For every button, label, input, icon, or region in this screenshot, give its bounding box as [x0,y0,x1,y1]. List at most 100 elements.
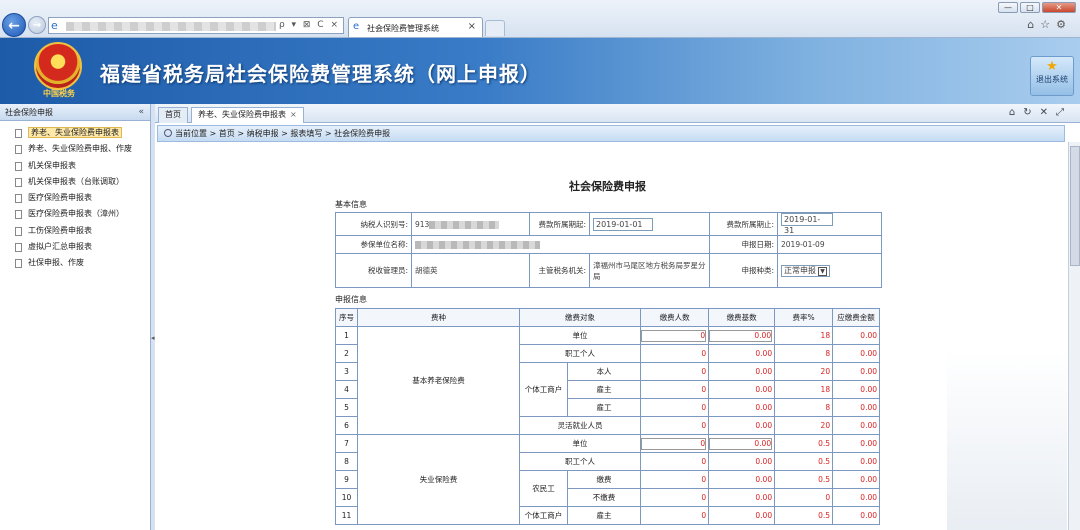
star-icon[interactable]: ☆ [1040,18,1056,31]
amount-value: 0.00 [832,488,880,507]
count-value: 0 [640,416,710,435]
sidebar-splitter[interactable]: ◂ [151,104,155,530]
base-value: 0.00 [708,416,776,435]
row-no: 11 [335,506,358,525]
declare-date-value: 2019-01-09 [777,235,882,254]
row-no: 9 [335,470,358,489]
rate-value: 18 [774,326,834,345]
rate-value: 0.5 [774,470,834,489]
exit-icon: ★ [1046,59,1058,74]
redacted-value [415,241,540,249]
breadcrumb-text: 当前位置 > 首页 > 纳税申报 > 报表填写 > 社会保险费申报 [175,129,391,138]
document-icon [15,145,22,155]
base-input[interactable]: 0.00 [709,329,773,342]
col-header-object: 缴费对象 [518,308,642,327]
document-icon [15,161,22,171]
address-controls[interactable]: ρ ▾ ⊠ C × [279,20,340,30]
count-value: 0 [640,470,710,489]
close-icon[interactable]: ✕ [1040,107,1056,118]
exit-label: 退出系统 [1036,75,1068,84]
declare-type-select[interactable]: 正常申报 ▼ [781,264,830,277]
gear-icon[interactable]: ⚙ [1056,18,1072,31]
row-no: 10 [335,488,358,507]
home-icon[interactable]: ⌂ [1027,18,1040,31]
period-end-input[interactable]: 2019-01-31 [781,213,833,235]
row-no: 5 [335,398,358,417]
amount-value: 0.00 [832,344,880,363]
ie-icon: e [51,19,58,32]
taxpayer-id-value: 913 [411,212,530,236]
app-header: 中国税务 福建省税务局社会保险费管理系统（网上申报） ★ 退出系统 [0,38,1080,104]
sidebar-item-institution-form[interactable]: 机关保申报表 [0,158,150,174]
content-tabbar: 首页 养老、失业保险费申报表 × ⌂↻✕⤢ [155,104,1080,123]
row-no: 8 [335,452,358,471]
amount-value: 0.00 [832,326,880,345]
base-input[interactable]: 0.00 [709,437,773,450]
amount-value: 0.00 [832,470,880,489]
document-icon [15,259,22,269]
form-content: 社会保险费申报 基本信息 纳税人识别号: 913 费款所属期起: 2019-01… [157,142,1067,530]
declare-type-value: 正常申报 [784,265,816,275]
fullscreen-icon[interactable]: ⤢ [1056,107,1072,118]
new-tab-button[interactable] [485,20,505,36]
count-input[interactable]: 0 [641,437,707,450]
rate-value: 0 [774,488,834,507]
exit-button[interactable]: ★ 退出系统 [1030,56,1074,96]
sidebar-item-pension-unemployment-form[interactable]: 养老、失业保险费申报表 [0,125,150,141]
object-label: 职工个人 [518,452,642,471]
tab-pension-unemployment-form[interactable]: 养老、失业保险费申报表 × [191,107,304,123]
count-input[interactable]: 0 [641,329,707,342]
minimize-button[interactable]: — [998,2,1018,13]
tab-home[interactable]: 首页 [158,107,188,123]
collapse-icon[interactable]: « [138,104,144,121]
browser-tab[interactable]: e 社会保险费管理系统 × [348,17,483,37]
object-label: 职工个人 [518,344,642,363]
sidebar-item-virtual-summary[interactable]: 虚拟户汇总申报表 [0,239,150,255]
base-value: 0.00 [708,344,776,363]
col-header-no: 序号 [335,308,358,327]
count-value: 0 [640,488,710,507]
tab-close-icon[interactable]: × [290,110,297,119]
sidebar-item-injury-form[interactable]: 工伤保险费申报表 [0,223,150,239]
col-header-base: 缴费基数 [708,308,776,327]
period-start-input[interactable]: 2019-01-01 [593,217,653,231]
sidebar-item-pension-declare-void[interactable]: 养老、失业保险费申报、作废 [0,141,150,157]
forward-arrow-icon[interactable]: → [28,16,46,34]
location-icon [164,129,172,137]
base-value: 0.00 [708,488,776,507]
browser-tab-close-button[interactable]: × [468,21,476,32]
count-value: 0 [640,344,710,363]
vertical-scrollbar[interactable] [1068,142,1080,530]
window-close-button[interactable]: ✕ [1042,2,1076,13]
object-label: 缴费 [566,470,642,489]
col-header-fee-type: 费种 [357,308,520,327]
object-label: 雇工 [566,398,642,417]
period-start-label: 费款所属期起: [529,212,590,236]
object-label: 不缴费 [566,488,642,507]
rate-value: 20 [774,362,834,381]
scrollbar-thumb[interactable] [1070,146,1080,266]
sidebar-item-institution-ledger[interactable]: 机关保申报表（台账调取） [0,174,150,190]
object-label: 单位 [518,326,642,345]
base-value: 0.00 [708,398,776,417]
sidebar-item-medical-zhangzhou[interactable]: 医疗保险费申报表（漳州） [0,206,150,222]
back-arrow-icon[interactable]: ← [2,13,26,37]
amount-value: 0.00 [832,434,880,453]
manager-value: 胡德英 [411,253,530,288]
amount-value: 0.00 [832,398,880,417]
col-header-amount: 应缴费金额 [832,308,880,327]
splitter-arrow-icon[interactable]: ◂ [151,334,155,342]
sidebar-title: 社会保险申报 [5,108,53,117]
form-title: 社会保险费申报 [569,180,646,193]
sidebar-item-social-declare-void[interactable]: 社保申报、作废 [0,255,150,271]
refresh-icon[interactable]: ↻ [1023,107,1039,118]
address-bar[interactable]: e ρ ▾ ⊠ C × [48,17,344,34]
home-icon[interactable]: ⌂ [1009,107,1023,118]
document-icon [15,226,22,236]
base-value: 0.00 [708,452,776,471]
taxpayer-id-text: 913 [415,219,430,229]
sidebar-item-medical-form[interactable]: 医疗保险费申报表 [0,190,150,206]
rate-value: 0.5 [774,434,834,453]
document-icon [15,243,22,253]
maximize-button[interactable]: □ [1020,2,1040,13]
